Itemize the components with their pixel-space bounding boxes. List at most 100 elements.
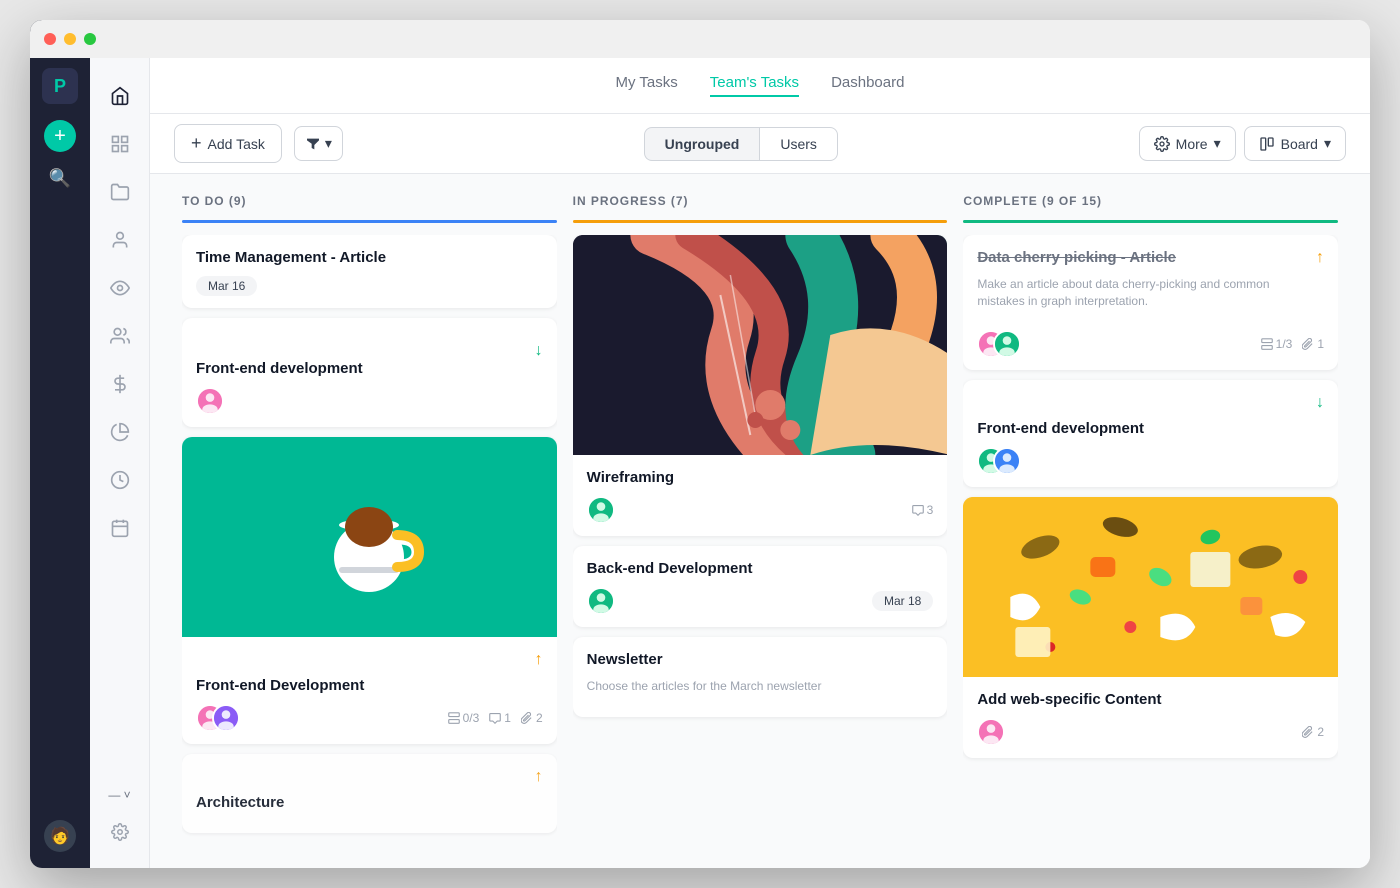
comment-count: 3	[912, 503, 934, 517]
avatars	[587, 587, 609, 615]
users-button[interactable]: Users	[759, 127, 838, 161]
sidebar-item-board[interactable]	[100, 124, 140, 164]
inprogress-header: IN PROGRESS (7)	[573, 194, 689, 208]
card-newsletter[interactable]: Newsletter Choose the articles for the M…	[573, 637, 948, 717]
card-footer: Mar 18	[587, 587, 934, 615]
avatars	[196, 387, 218, 415]
card-body: Time Management - Article Mar 16	[182, 235, 557, 308]
tab-dashboard[interactable]: Dashboard	[831, 74, 904, 97]
card-title: Data cherry picking - Article	[977, 249, 1308, 266]
avatars	[196, 704, 234, 732]
gear-icon	[1154, 136, 1170, 152]
avatars	[977, 330, 1015, 358]
plus-icon: +	[54, 125, 66, 148]
board-button[interactable]: Board ▾	[1244, 126, 1346, 161]
board: TO DO (9) Time Management - Article Mar …	[150, 174, 1370, 868]
avatars	[977, 447, 1015, 475]
sidebar-dark: P + 🔍 🧑	[30, 20, 90, 868]
avatar-pink	[977, 718, 1005, 746]
tab-teams-tasks[interactable]: Team's Tasks	[710, 74, 799, 97]
card-meta: 2	[1302, 725, 1324, 739]
tab-my-tasks[interactable]: My Tasks	[616, 74, 678, 97]
card-title: Front-end Development	[196, 677, 543, 694]
subtask-count: 0/3	[448, 711, 480, 725]
card-data-cherry[interactable]: Data cherry picking - Article Make an ar…	[963, 235, 1338, 370]
complete-header: COMPLETE (9 of 15)	[963, 194, 1102, 208]
sidebar-item-folder[interactable]	[100, 172, 140, 212]
card-footer: ↓	[196, 342, 543, 360]
minimize-dot[interactable]	[64, 33, 76, 45]
more-chevron-icon: ▾	[1214, 135, 1221, 152]
subtask-count: 1/3	[1261, 337, 1293, 351]
close-dot[interactable]	[44, 33, 56, 45]
add-task-button[interactable]: + Add Task	[174, 124, 282, 163]
priority-up-icon: ↑	[1316, 249, 1324, 267]
card-body: ↓ Front-end development	[963, 380, 1338, 487]
app-window: P + 🔍 🧑	[30, 20, 1370, 868]
card-title: Add web-specific Content	[977, 691, 1324, 708]
more-button[interactable]: More ▾	[1139, 126, 1236, 161]
card-architecture[interactable]: ↑ Architecture	[182, 754, 557, 833]
sidebar-item-clock[interactable]	[100, 460, 140, 500]
card-title: Front-end development	[977, 420, 1324, 437]
titlebar	[30, 20, 1370, 58]
filter-chevron-icon: ▾	[325, 135, 332, 152]
card-footer: 1/3 1	[977, 330, 1324, 358]
card-title: Wireframing	[587, 469, 934, 486]
card-frontend-complete[interactable]: ↓ Front-end development	[963, 380, 1338, 487]
attachment-count: 2	[1302, 725, 1324, 739]
avatar-pink	[196, 387, 224, 415]
toolbar: + Add Task ▾ Ungrouped Users More ▾	[150, 114, 1370, 174]
sidebar-item-calendar[interactable]	[100, 508, 140, 548]
card-body: Wireframing 3	[573, 455, 948, 536]
card-meta: 0/3 1 2	[448, 711, 543, 725]
sidebar-icons: — ˅	[90, 20, 150, 868]
sidebar-item-chart[interactable]	[100, 412, 140, 452]
sidebar-item-eye[interactable]	[100, 268, 140, 308]
card-footer	[977, 447, 1324, 475]
sidebar-item-home[interactable]	[100, 76, 140, 116]
card-desc: Choose the articles for the March newsle…	[587, 678, 934, 695]
plus-icon: +	[191, 133, 202, 154]
board-icon	[1259, 136, 1275, 152]
sidebar-item-user[interactable]	[100, 220, 140, 260]
global-add-button[interactable]: +	[44, 120, 76, 152]
todo-header: TO DO (9)	[182, 194, 246, 208]
card-body: Data cherry picking - Article Make an ar…	[963, 235, 1338, 370]
card-backend-dev[interactable]: Back-end Development Mar 18	[573, 546, 948, 627]
board-label: Board	[1281, 136, 1318, 152]
todo-header-row: TO DO (9)	[182, 194, 557, 216]
column-complete: COMPLETE (9 of 15) Data cherry picking -…	[963, 194, 1338, 848]
avatar-green	[587, 496, 615, 524]
avatar-green	[993, 330, 1021, 358]
add-task-label: Add Task	[208, 136, 265, 152]
card-time-management[interactable]: Time Management - Article Mar 16	[182, 235, 557, 308]
complete-cards: Data cherry picking - Article Make an ar…	[963, 235, 1338, 848]
maximize-dot[interactable]	[84, 33, 96, 45]
avatars	[977, 718, 999, 746]
user-avatar[interactable]: 🧑	[44, 820, 76, 852]
card-wireframing[interactable]: Wireframing 3	[573, 235, 948, 536]
card-frontend-dev-image[interactable]: ↑ Front-end Development	[182, 437, 557, 744]
sidebar-collapse-icon[interactable]: — ˅	[102, 782, 136, 808]
card-title: Back-end Development	[587, 560, 934, 577]
card-frontend-dev-todo[interactable]: ↓ Front-end development	[182, 318, 557, 427]
priority-down-icon: ↓	[535, 342, 543, 360]
toolbar-right: More ▾ Board ▾	[1139, 126, 1346, 161]
logo[interactable]: P	[42, 68, 78, 104]
filter-button[interactable]: ▾	[294, 126, 343, 161]
attachment-count: 1	[1302, 337, 1324, 351]
card-body: ↑ Architecture	[182, 754, 557, 833]
ungrouped-button[interactable]: Ungrouped	[644, 127, 760, 161]
card-desc: Make an article about data cherry-pickin…	[977, 276, 1308, 310]
sidebar-item-dollar[interactable]	[100, 364, 140, 404]
column-inprogress: IN PROGRESS (7)	[573, 194, 948, 848]
card-tag: Mar 16	[196, 276, 257, 296]
avatar-purple	[212, 704, 240, 732]
sidebar-bottom: — ˅	[100, 782, 140, 852]
sidebar-item-settings[interactable]	[100, 812, 140, 852]
sidebar-item-users[interactable]	[100, 316, 140, 356]
card-web-content[interactable]: Add web-specific Content	[963, 497, 1338, 758]
search-icon[interactable]: 🔍	[41, 160, 79, 197]
main-content: My Tasks Team's Tasks Dashboard + Add Ta…	[150, 20, 1370, 868]
